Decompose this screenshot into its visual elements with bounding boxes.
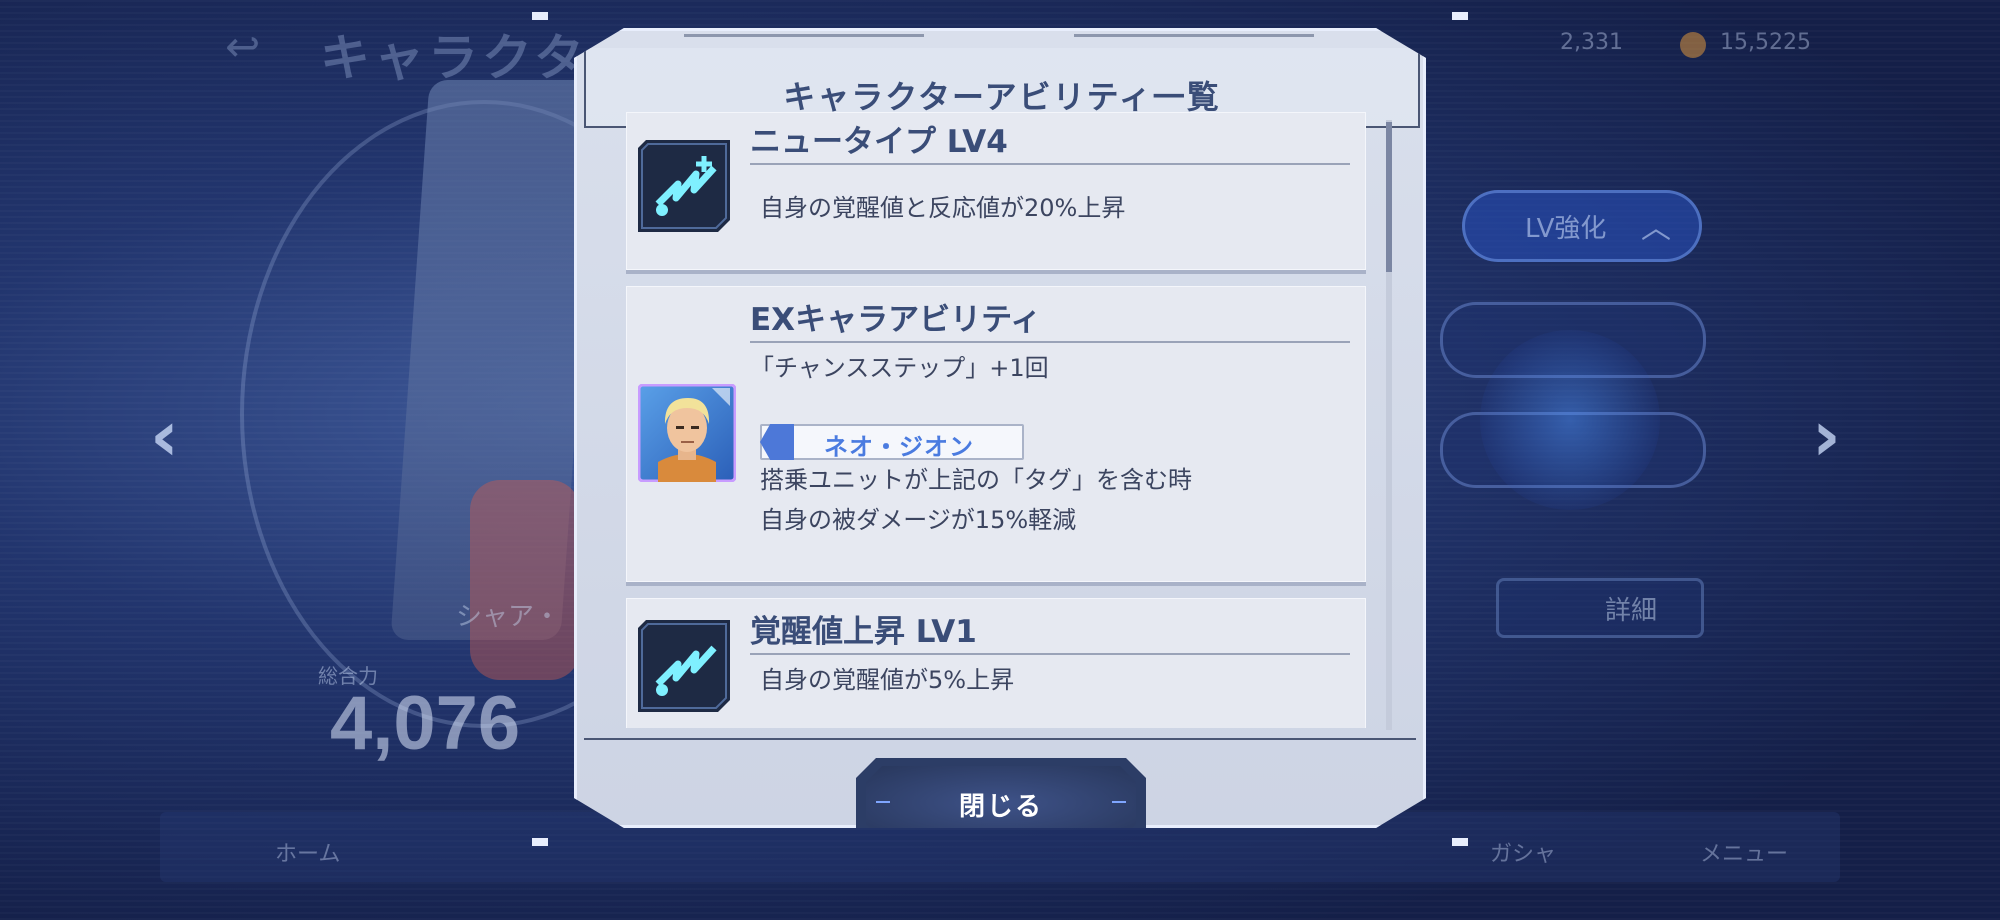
- background-character-art: [470, 480, 580, 680]
- ability-condition-line: 搭乗ユニットが上記の「タグ」を含む時: [760, 466, 1192, 494]
- newtype-ability-icon: [638, 140, 730, 232]
- ability-list[interactable]: ニュータイプ LV4 自身の覚醒値と反応値が20%上昇 EXキャラアビリティ 「…: [626, 112, 1372, 728]
- title-decoration-left: [684, 34, 924, 37]
- background-lv-up-label: LV強化: [1525, 214, 1607, 244]
- ability-card-awakening: 覚醒値上昇 LV1 自身の覚醒値が5%上昇: [626, 598, 1366, 728]
- ability-card-newtype: ニュータイプ LV4 自身の覚醒値と反応値が20%上昇: [626, 112, 1366, 274]
- background-nav-home: ホーム: [275, 842, 341, 867]
- next-arrow-icon: ›: [1812, 395, 1841, 477]
- scrollbar-thumb[interactable]: [1386, 122, 1392, 272]
- tag-icon: [760, 424, 794, 460]
- frame-corner-mark: [532, 12, 548, 20]
- background-currency-a: 2,331: [1560, 30, 1623, 55]
- background-nav-menu: メニュー: [1700, 842, 1789, 867]
- background-character-name: シャア・: [456, 602, 561, 632]
- frame-corner-mark: [532, 838, 548, 846]
- chevron-up-icon: ︿: [1641, 211, 1671, 246]
- tag-label: ネオ・ジオン: [824, 433, 974, 461]
- frame-corner-mark: [1452, 838, 1468, 846]
- ability-description: 自身の覚醒値と反応値が20%上昇: [760, 194, 1126, 222]
- background-globe: [1480, 330, 1660, 510]
- coin-icon: [1680, 32, 1706, 58]
- background-nav-gacha: ガシャ: [1490, 842, 1557, 867]
- ability-description: 自身の覚醒値が5%上昇: [760, 666, 1015, 694]
- ability-effect-line: 「チャンスステップ」+1回: [750, 354, 1049, 382]
- background-power-value: 4,076: [330, 681, 521, 766]
- ability-card-ex: EXキャラアビリティ 「チャンスステップ」+1回 ネオ・ジオン 搭乗ユニットが上…: [626, 286, 1366, 586]
- frame-corner-mark: [1452, 12, 1468, 20]
- awakening-ability-icon: [638, 620, 730, 712]
- tag-badge: ネオ・ジオン: [760, 424, 1024, 461]
- ability-title: 覚醒値上昇 LV1: [750, 606, 1350, 655]
- close-button-label: 閉じる: [958, 792, 1043, 822]
- back-arrow-icon: ↩: [225, 22, 261, 71]
- background-currency-b: 15,5225: [1720, 30, 1811, 55]
- ability-title: ニュータイプ LV4: [750, 116, 1350, 165]
- character-portrait: [638, 384, 736, 482]
- ability-list-dialog: キャラクターアビリティ一覧 ニュータイプ LV4 自身の覚醒値と反応値が20%上…: [574, 28, 1426, 828]
- background-detail-label: 詳細: [1604, 596, 1657, 626]
- footer-divider: [584, 738, 1416, 740]
- background-detail-button: 詳細: [1496, 578, 1704, 638]
- title-decoration-right: [1074, 34, 1314, 37]
- background-lv-up-button: LV強化 ︿: [1462, 190, 1702, 262]
- ability-effect-line-2: 自身の被ダメージが15%軽減: [760, 506, 1077, 534]
- previous-arrow-icon: ‹: [150, 395, 179, 477]
- ability-title: EXキャラアビリティ: [750, 294, 1350, 343]
